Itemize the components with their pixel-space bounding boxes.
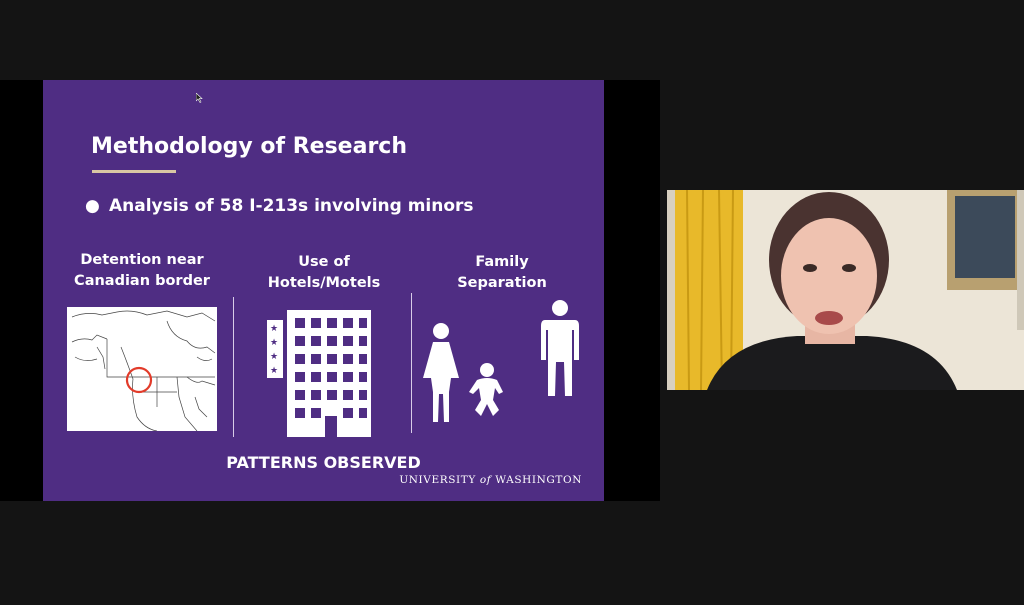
column-divider [233,297,234,437]
family-separation-icon [423,300,579,422]
heading-line: Detention near [80,252,204,268]
title-underline [92,170,176,173]
svg-text:★: ★ [270,338,278,348]
column-divider [411,293,412,433]
logo-text: of [479,474,492,486]
bullet-dot-icon: ● [85,196,100,216]
column-heading-family: Family Separation [443,252,561,294]
presentation-slide: Methodology of Research ● Analysis of 58 … [43,80,604,501]
logo-text: WASHINGTON [495,474,582,486]
slide-footer: PATTERNS OBSERVED [226,453,421,472]
column-heading-hotels: Use of Hotels/Motels [257,252,391,294]
svg-text:★: ★ [270,352,278,362]
column-heading-detention: Detention near Canadian border [67,250,217,292]
heading-line: Hotels/Motels [267,275,381,291]
heading-line: Separation [457,275,547,291]
meeting-stage: Methodology of Research ● Analysis of 58 … [0,0,1024,605]
presenter-video-tile[interactable] [667,190,1024,390]
heading-line: Canadian border [74,273,210,289]
svg-text:★: ★ [270,324,278,334]
logo-text: UNIVERSITY [399,474,476,486]
north-america-map-icon [67,307,217,432]
slide-title: Methodology of Research [91,134,407,159]
bullet-text: Analysis of 58 I-213s involving minors [109,196,474,216]
bullet-point: ● Analysis of 58 I-213s involving minors [85,196,474,216]
presenter-video-feed [667,190,1024,390]
heading-line: Family [475,254,529,270]
university-logo: UNIVERSITY of WASHINGTON [399,474,582,486]
mouse-cursor-icon [196,93,203,103]
hotel-building-icon: ★ ★ ★ ★ [267,310,371,437]
screen-share-area: Methodology of Research ● Analysis of 58 … [0,80,660,501]
svg-text:★: ★ [270,366,278,376]
heading-line: Use of [298,254,350,270]
